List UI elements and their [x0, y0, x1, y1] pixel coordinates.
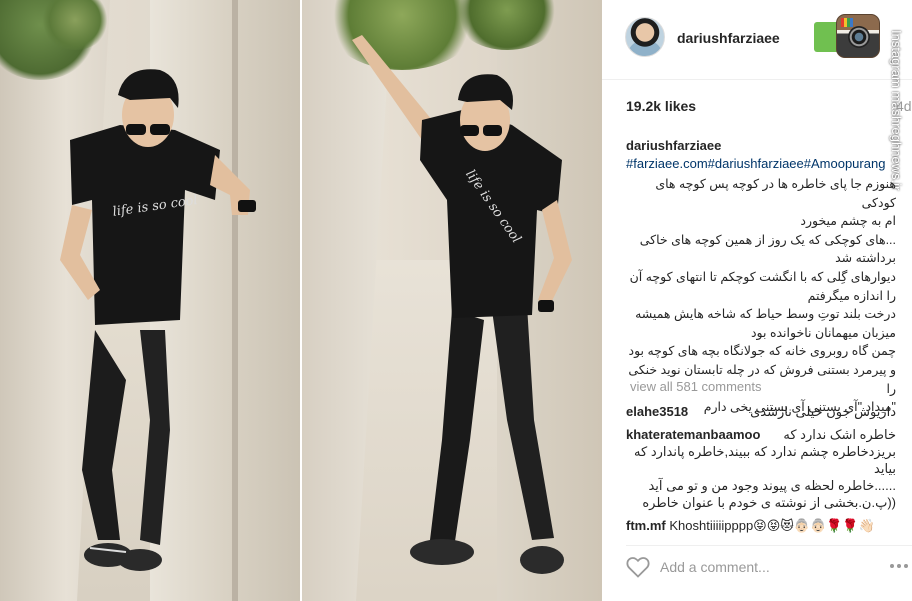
comment-list: elahe3518 داریوش جون خیلی نازشدی khatera…	[626, 403, 896, 540]
post-footer	[602, 546, 912, 601]
comment: ftm.mf Khoshtiiiiipppp😝😝😻👵🏻👵🏻🌹🌹👋🏻	[626, 517, 896, 534]
more-dot	[890, 564, 894, 568]
instagram-logo-icon	[836, 14, 880, 58]
caption-line: چمن گاه روبروی خانه که جولانگاه بچه های …	[628, 344, 897, 359]
man-figure-left: life is so cool	[60, 69, 256, 571]
photo-panel-right: life is so cool	[302, 0, 602, 601]
comment-text: داریوش جون خیلی نازشدی	[750, 404, 896, 419]
photo-panel-left: life is so cool	[0, 0, 300, 601]
caption-line: برداشته شد	[835, 251, 896, 266]
comment: elahe3518 داریوش جون خیلی نازشدی	[626, 403, 896, 420]
comment: khateratemanbaamoo خاطره اشک ندارد که بر…	[626, 426, 896, 511]
like-count[interactable]: 19.2k likes	[626, 98, 696, 114]
caption-line: ...های کوچکی که یک روز از همین کوچه های …	[639, 232, 896, 247]
comment-text: Khoshtiiiiipppp😝😝😻👵🏻👵🏻🌹🌹👋🏻	[669, 518, 875, 533]
post-sidebar: dariushfarziaee F Instagram mashreghnews…	[602, 0, 912, 601]
comment-text: خاطره اشک ندارد که	[783, 427, 896, 442]
heart-icon[interactable]	[626, 556, 650, 578]
caption-line: را اندازه میگرفتم	[807, 288, 896, 303]
comment-username[interactable]: ftm.mf	[626, 518, 666, 533]
caption: dariushfarziaee #farziaee.com#dariushfar…	[626, 137, 896, 417]
comment-text: ((پ.ن.بخشی از نوشته ی خودم با عنوان خاطر…	[642, 495, 896, 510]
caption-username[interactable]: dariushfarziaee	[626, 138, 721, 153]
post-header: dariushfarziaee F	[602, 0, 912, 80]
caption-hashtags[interactable]: #farziaee.com#dariushfarziaee#Amoopurang	[626, 156, 885, 171]
comment-text: بریزدخاطره چشم ندارد که ببیند,خاطره پاند…	[634, 444, 896, 476]
post-photo[interactable]: life is so cool life is so cool	[0, 0, 602, 601]
caption-line: میزبان میهمانان ناخوانده بود	[750, 325, 896, 340]
caption-line: هنوزم جا پای خاطره ها در کوچه پس کوچه ها…	[655, 177, 896, 210]
logo-lens	[848, 26, 870, 48]
logo-rainbow-stripe	[841, 18, 853, 27]
avatar[interactable]	[625, 17, 665, 57]
view-all-comments-link[interactable]: view all 581 comments	[630, 379, 762, 394]
caption-line: ام به چشم میخورد	[800, 214, 896, 229]
header-username[interactable]: dariushfarziaee	[677, 30, 780, 46]
more-dot	[897, 564, 901, 568]
caption-line: دیوارهای گِلی که با انگشت کوچکم تا انتها…	[629, 269, 896, 284]
caption-line: درخت بلند توتِ وسط حیاط که شاخه هایش همی…	[635, 307, 896, 322]
comment-username[interactable]: khateratemanbaamoo	[626, 426, 760, 443]
man-figure-right: life is so cool	[352, 35, 572, 574]
comment-text: ......خاطره لحظه ی پیوند وجود من و تو می…	[648, 478, 896, 493]
time-ago[interactable]: 4d	[896, 98, 912, 114]
more-options-icon[interactable]	[890, 564, 908, 568]
comment-username[interactable]: elahe3518	[626, 403, 688, 420]
more-dot	[904, 564, 908, 568]
add-comment-input[interactable]	[660, 556, 880, 578]
